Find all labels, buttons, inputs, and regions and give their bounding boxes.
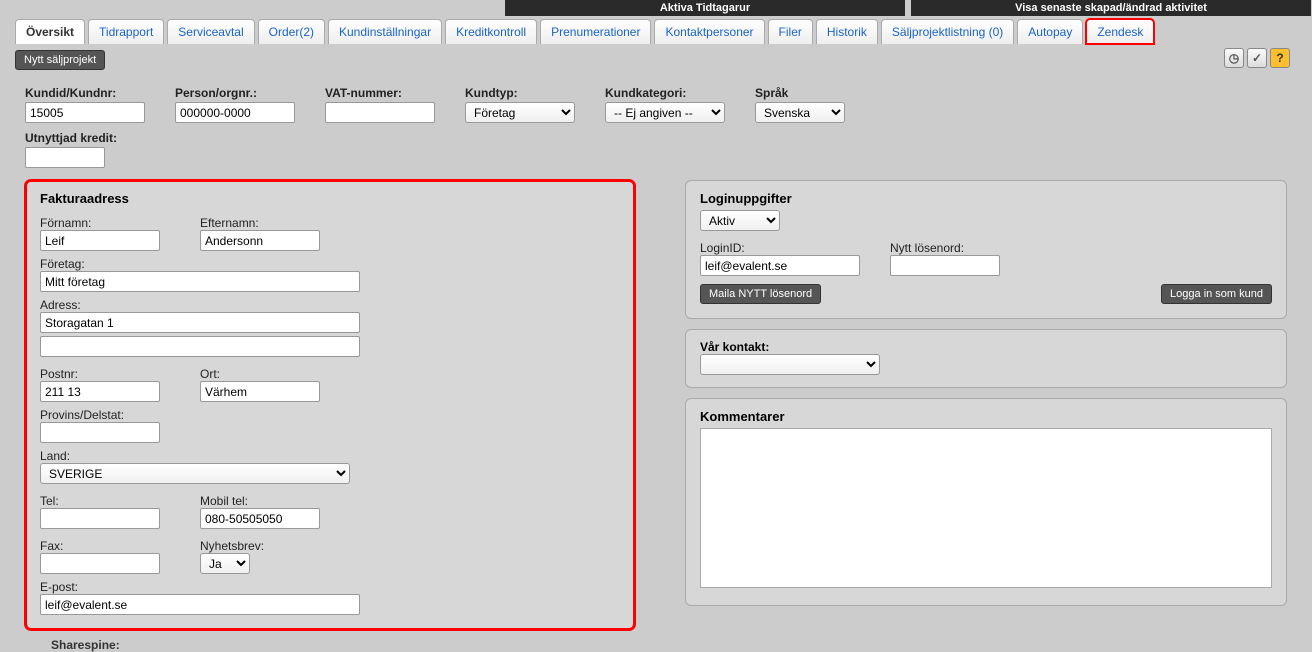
efternamn-input[interactable] xyxy=(200,230,320,251)
foretag-label: Företag: xyxy=(40,257,620,271)
adress1-input[interactable] xyxy=(40,312,360,333)
contact-select[interactable] xyxy=(700,354,880,375)
epost-input[interactable] xyxy=(40,594,360,615)
kundid-input[interactable] xyxy=(25,102,145,123)
check-icon[interactable]: ✓ xyxy=(1247,48,1267,68)
tab-serviceavtal[interactable]: Serviceavtal xyxy=(167,19,254,44)
orgnr-label: Person/orgnr.: xyxy=(175,86,295,100)
newpass-input[interactable] xyxy=(890,255,1000,276)
sharespine-label: Sharespine: xyxy=(25,630,635,652)
tab-saljprojektlistning[interactable]: Säljprojektlistning (0) xyxy=(881,19,1014,44)
tab-prenumerationer[interactable]: Prenumerationer xyxy=(540,19,651,44)
sprak-label: Språk xyxy=(755,86,845,100)
nyhetsbrev-label: Nyhetsbrev: xyxy=(200,539,264,553)
tel-input[interactable] xyxy=(40,508,160,529)
field-kundkategori: Kundkategori: -- Ej angiven -- xyxy=(605,86,725,123)
tab-overview[interactable]: Översikt xyxy=(15,19,85,44)
topbar-active-timers[interactable]: Aktiva Tidtagarur xyxy=(505,0,905,16)
kredit-input[interactable] xyxy=(25,147,105,168)
field-sprak: Språk Svenska xyxy=(755,86,845,123)
kundtyp-label: Kundtyp: xyxy=(465,86,575,100)
login-status-select[interactable]: Aktiv xyxy=(700,210,780,231)
efternamn-label: Efternamn: xyxy=(200,216,320,230)
provins-label: Provins/Delstat: xyxy=(40,408,620,422)
kundtyp-select[interactable]: Företag xyxy=(465,102,575,123)
newpass-label: Nytt lösenord: xyxy=(890,241,1000,255)
vat-label: VAT-nummer: xyxy=(325,86,435,100)
our-contact-panel: Vår kontakt: xyxy=(685,329,1287,388)
field-orgnr: Person/orgnr.: xyxy=(175,86,295,123)
new-salesproject-button[interactable]: Nytt säljprojekt xyxy=(15,50,105,70)
mobil-label: Mobil tel: xyxy=(200,494,320,508)
tab-kreditkontroll[interactable]: Kreditkontroll xyxy=(445,19,537,44)
tel-label: Tel: xyxy=(40,494,160,508)
provins-input[interactable] xyxy=(40,422,160,443)
fornamn-label: Förnamn: xyxy=(40,216,160,230)
adress2-input[interactable] xyxy=(40,336,360,357)
tab-kontaktpersoner[interactable]: Kontaktpersoner xyxy=(654,19,764,44)
top-bar: Aktiva Tidtagarur Visa senaste skapad/än… xyxy=(0,0,1312,16)
field-kundtyp: Kundtyp: Företag xyxy=(465,86,575,123)
login-as-customer-button[interactable]: Logga in som kund xyxy=(1161,284,1272,304)
invoice-title: Fakturaadress xyxy=(40,191,620,206)
field-vat: VAT-nummer: xyxy=(325,86,435,123)
land-label: Land: xyxy=(40,449,620,463)
tab-tidrapport[interactable]: Tidrapport xyxy=(88,19,164,44)
tab-bar: Översikt Tidrapport Serviceavtal Order(2… xyxy=(0,16,1312,44)
fornamn-input[interactable] xyxy=(40,230,160,251)
login-panel: Loginuppgifter Aktiv LoginID: Nytt lösen… xyxy=(685,180,1287,319)
kundkat-select[interactable]: -- Ej angiven -- xyxy=(605,102,725,123)
nyhetsbrev-select[interactable]: Ja xyxy=(200,553,250,574)
comments-textarea[interactable] xyxy=(700,428,1272,588)
kundid-label: Kundid/Kundnr: xyxy=(25,86,145,100)
comments-title: Kommentarer xyxy=(700,409,1272,424)
adress-label: Adress: xyxy=(40,298,620,312)
tab-filer[interactable]: Filer xyxy=(768,19,813,44)
tab-zendesk[interactable]: Zendesk xyxy=(1086,19,1154,44)
postnr-label: Postnr: xyxy=(40,367,160,381)
tab-autopay[interactable]: Autopay xyxy=(1017,19,1083,44)
kundkat-label: Kundkategori: xyxy=(605,86,725,100)
epost-label: E-post: xyxy=(40,580,620,594)
tab-kundinstallningar[interactable]: Kundinställningar xyxy=(328,19,442,44)
postnr-input[interactable] xyxy=(40,381,160,402)
comments-panel: Kommentarer xyxy=(685,398,1287,606)
contact-title: Vår kontakt: xyxy=(700,340,1272,354)
loginid-input[interactable] xyxy=(700,255,860,276)
field-kundid: Kundid/Kundnr: xyxy=(25,86,145,123)
ort-label: Ort: xyxy=(200,367,320,381)
kredit-label: Utnyttjad kredit: xyxy=(25,131,117,145)
mail-password-button[interactable]: Maila NYTT lösenord xyxy=(700,284,821,304)
login-title: Loginuppgifter xyxy=(700,191,1272,206)
topbar-recent-activity[interactable]: Visa senaste skapad/ändrad aktivitet xyxy=(911,0,1311,16)
clock-icon[interactable]: ◷ xyxy=(1224,48,1244,68)
fax-label: Fax: xyxy=(40,539,160,553)
sprak-select[interactable]: Svenska xyxy=(755,102,845,123)
vat-input[interactable] xyxy=(325,102,435,123)
tab-historik[interactable]: Historik xyxy=(816,19,878,44)
fax-input[interactable] xyxy=(40,553,160,574)
loginid-label: LoginID: xyxy=(700,241,860,255)
invoice-address-panel: Fakturaadress Förnamn: Efternamn: Företa… xyxy=(25,180,635,630)
tab-order[interactable]: Order(2) xyxy=(258,19,325,44)
field-kredit: Utnyttjad kredit: xyxy=(25,131,117,168)
orgnr-input[interactable] xyxy=(175,102,295,123)
land-select[interactable]: SVERIGE xyxy=(40,463,350,484)
help-icon[interactable]: ? xyxy=(1270,48,1290,68)
foretag-input[interactable] xyxy=(40,271,360,292)
mobil-input[interactable] xyxy=(200,508,320,529)
ort-input[interactable] xyxy=(200,381,320,402)
